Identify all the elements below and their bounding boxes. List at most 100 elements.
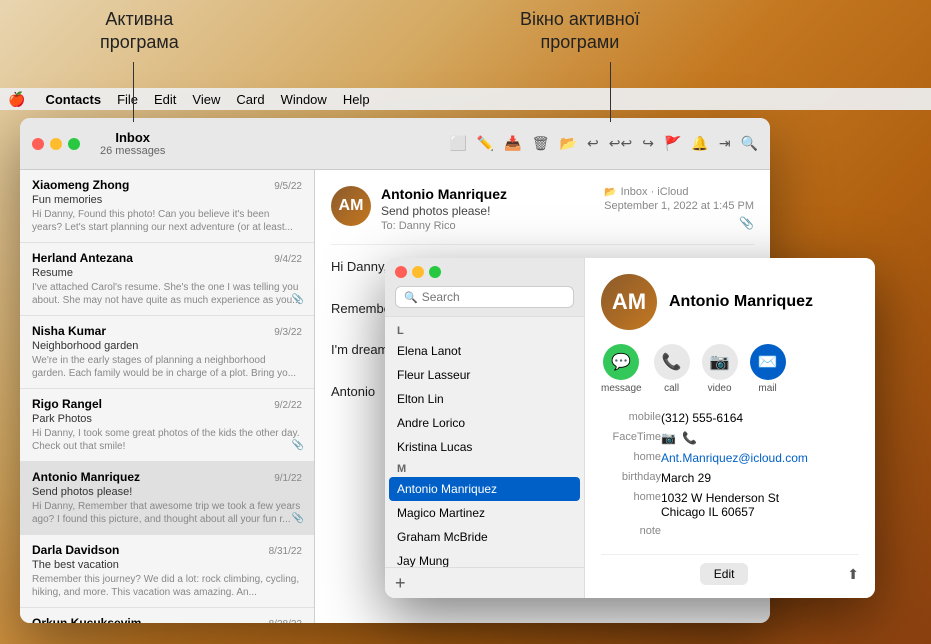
- close-button[interactable]: [32, 138, 44, 150]
- detail-to: To: Danny Rico: [381, 220, 604, 232]
- table-row: FaceTime 📷 📞: [601, 428, 859, 448]
- forward-icon[interactable]: ↪: [642, 135, 654, 152]
- msg-sender: Xiaomeng Zhong: [32, 178, 129, 192]
- contacts-window: 🔍 L Elena Lanot Fleur Lasseur Elton Lin …: [385, 258, 875, 598]
- contact-search-bar[interactable]: 🔍: [395, 286, 574, 308]
- move-icon[interactable]: 📂: [560, 135, 577, 152]
- contact-max-btn[interactable]: [429, 266, 441, 278]
- reply-all-icon[interactable]: ↩↩: [609, 135, 632, 152]
- mail-label: mail: [758, 383, 776, 394]
- detail-date: September 1, 2022 at 1:45 PM: [604, 200, 754, 212]
- contact-actions: 💬 message 📞 call 📷 video ✉️ mail: [601, 344, 859, 394]
- apple-menu[interactable]: 🍎: [8, 91, 25, 108]
- call-action-button[interactable]: 📞 call: [654, 344, 690, 394]
- contact-info-table: mobile (312) 555-6164 FaceTime 📷 📞 home …: [601, 408, 859, 540]
- list-item[interactable]: Antonio Manriquez 9/1/22 Send photos ple…: [20, 462, 314, 535]
- mail-action-button[interactable]: ✉️ mail: [750, 344, 786, 394]
- delete-icon[interactable]: 🗑: [532, 135, 550, 152]
- attachment-icon: 📎: [292, 294, 304, 305]
- annotation-line-right: [610, 62, 611, 122]
- contact-search-input[interactable]: [422, 290, 565, 304]
- add-contact-button[interactable]: +: [395, 574, 406, 592]
- list-item[interactable]: Rigo Rangel 9/2/22 Park Photos Hi Danny,…: [20, 389, 314, 462]
- inbox-count: 26 messages: [100, 145, 165, 157]
- msg-sender: Antonio Manriquez: [32, 470, 140, 484]
- info-value: 📷 📞: [661, 428, 859, 448]
- contact-avatar: AM: [601, 274, 657, 330]
- table-row: birthday March 29: [601, 468, 859, 488]
- menubar-file[interactable]: File: [117, 92, 138, 107]
- call-icon: 📞: [654, 344, 690, 380]
- info-label: note: [601, 522, 661, 540]
- video-action-button[interactable]: 📷 video: [702, 344, 738, 394]
- expand-icon[interactable]: ⇥: [719, 135, 731, 152]
- menubar-card[interactable]: Card: [236, 92, 264, 107]
- msg-sender: Darla Davidson: [32, 543, 119, 557]
- list-item[interactable]: Orkun Kucuksevim 8/28/22 New hiking trai…: [20, 608, 314, 623]
- list-item[interactable]: Darla Davidson 8/31/22 The best vacation…: [20, 535, 314, 608]
- facetime-video-icon[interactable]: 📷: [661, 431, 676, 445]
- contact-min-btn[interactable]: [412, 266, 424, 278]
- edit-button[interactable]: Edit: [700, 563, 749, 585]
- notifications-icon[interactable]: 🔔: [691, 135, 708, 152]
- menubar-help[interactable]: Help: [343, 92, 370, 107]
- list-item[interactable]: Herland Antezana 9/4/22 Resume I've atta…: [20, 243, 314, 316]
- traffic-lights: [32, 138, 80, 150]
- list-item[interactable]: Jay Mung: [385, 549, 584, 567]
- email-link[interactable]: Ant.Manriquez@icloud.com: [661, 451, 808, 465]
- list-item[interactable]: Nisha Kumar 9/3/22 Neighborhood garden W…: [20, 316, 314, 389]
- maximize-button[interactable]: [68, 138, 80, 150]
- facetime-audio-icon[interactable]: 📞: [682, 431, 697, 445]
- list-item[interactable]: Andre Lorico: [385, 411, 584, 435]
- list-item[interactable]: Fleur Lasseur: [385, 363, 584, 387]
- list-item[interactable]: Xiaomeng Zhong 9/5/22 Fun memories Hi Da…: [20, 170, 314, 243]
- info-label: mobile: [601, 408, 661, 428]
- search-icon[interactable]: 🔍: [741, 135, 758, 152]
- menubar-window[interactable]: Window: [281, 92, 327, 107]
- sender-avatar: AM: [331, 186, 371, 226]
- detail-meta: Antonio Manriquez Send photos please! To…: [381, 186, 604, 232]
- table-row: home 1032 W Henderson StChicago IL 60657: [601, 488, 859, 522]
- msg-preview: Hi Danny, Remember that awesome trip we …: [32, 500, 302, 526]
- menubar-view[interactable]: View: [192, 92, 220, 107]
- message-icon: 💬: [603, 344, 639, 380]
- info-label: home: [601, 448, 661, 468]
- info-label: FaceTime: [601, 428, 661, 448]
- message-action-button[interactable]: 💬 message: [601, 344, 642, 394]
- toolbar-icons: ⬜ ✏️ 📥 🗑 📂 ↩ ↩↩ ↪ 🚩 🔔 ⇥ 🔍: [449, 135, 758, 152]
- msg-date: 9/5/22: [274, 181, 302, 192]
- list-item[interactable]: Elena Lanot: [385, 339, 584, 363]
- attachment-icon: 📎: [292, 440, 304, 451]
- menubar-edit[interactable]: Edit: [154, 92, 176, 107]
- archive-icon[interactable]: 📥: [504, 135, 521, 152]
- msg-subject: Resume: [32, 267, 302, 279]
- contact-toolbar: 🔍: [385, 258, 584, 317]
- list-item-selected[interactable]: Antonio Manriquez: [389, 477, 580, 501]
- get-mail-icon[interactable]: ⬜: [449, 135, 466, 152]
- video-label: video: [708, 383, 732, 394]
- msg-preview: I've attached Carol's resume. She's the …: [32, 281, 302, 307]
- share-button[interactable]: ⬆: [847, 566, 859, 583]
- list-item[interactable]: Graham McBride: [385, 525, 584, 549]
- msg-subject: Neighborhood garden: [32, 340, 302, 352]
- compose-icon[interactable]: ✏️: [477, 135, 494, 152]
- info-value: (312) 555-6164: [661, 408, 859, 428]
- detail-right: 📂 Inbox · iCloud September 1, 2022 at 1:…: [604, 186, 754, 230]
- message-label: message: [601, 383, 642, 394]
- annotation-active-window: Вікно активноїпрограми: [520, 8, 640, 55]
- reply-icon[interactable]: ↩: [587, 135, 599, 152]
- list-item[interactable]: Magico Martinez: [385, 501, 584, 525]
- list-item[interactable]: Kristina Lucas: [385, 435, 584, 459]
- flag-icon[interactable]: 🚩: [664, 135, 681, 152]
- msg-subject: Park Photos: [32, 413, 302, 425]
- minimize-button[interactable]: [50, 138, 62, 150]
- menubar-contacts[interactable]: Contacts: [45, 92, 101, 107]
- msg-date: 9/4/22: [274, 254, 302, 265]
- contact-full-name: Antonio Manriquez: [669, 293, 813, 311]
- table-row: mobile (312) 555-6164: [601, 408, 859, 428]
- list-item[interactable]: Elton Lin: [385, 387, 584, 411]
- contact-close-btn[interactable]: [395, 266, 407, 278]
- annotation-line-left: [133, 62, 134, 122]
- msg-date: 8/28/22: [269, 619, 302, 623]
- mail-icon: ✉️: [750, 344, 786, 380]
